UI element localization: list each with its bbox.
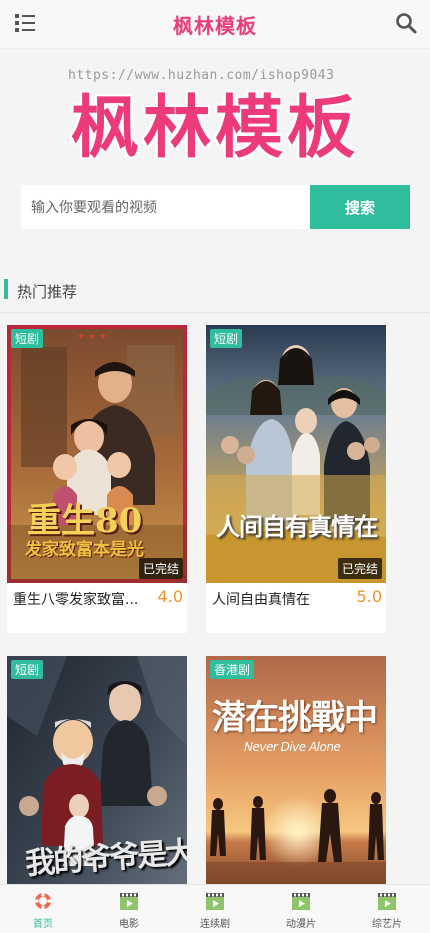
- nav-label: 综艺片: [372, 919, 402, 930]
- category-tag: 短剧: [210, 329, 243, 348]
- card-info: 重生八零发家致富... 4.0: [7, 583, 187, 633]
- video-poster[interactable]: ★ ★ ★ 重生80 发家致富本是光 短剧 已完结: [7, 325, 187, 583]
- site-banner: https://www.huzhan.com/ishop9043 枫林模板: [0, 50, 430, 170]
- bottom-navigation: 首页 电影 连续剧 动漫片 综艺片: [0, 884, 430, 933]
- video-card[interactable]: 我的爷爷是大侠 短剧: [7, 656, 187, 914]
- nav-item-anime[interactable]: 动漫片: [258, 885, 344, 933]
- video-card[interactable]: ★ ★ ★ 重生80 发家致富本是光 短剧 已完结 重生八零发家致富... 4.…: [7, 325, 187, 633]
- tv-series-icon: [206, 893, 224, 910]
- card-info: 人间自由真情在 5.0: [206, 583, 386, 633]
- video-poster[interactable]: 我的爷爷是大侠 短剧: [7, 656, 187, 914]
- card-title[interactable]: 人间自由真情在: [212, 589, 342, 609]
- search-button[interactable]: 搜索: [310, 185, 410, 229]
- nav-label: 连续剧: [200, 919, 230, 930]
- video-card[interactable]: 人间自有真情在 短剧 已完结 人间自由真情在 5.0: [206, 325, 386, 633]
- category-tag: 香港剧: [210, 660, 255, 679]
- search-icon[interactable]: [394, 11, 418, 35]
- nav-label: 首页: [33, 919, 53, 930]
- poster-subtitle-text: Never Dive Alone: [244, 740, 341, 754]
- video-poster[interactable]: 人间自有真情在 短剧 已完结: [206, 325, 386, 583]
- home-lifebuoy-icon: [34, 892, 52, 910]
- section-accent-bar: [4, 279, 8, 299]
- top-header: 枫林模板: [0, 0, 430, 49]
- search-form: 搜索: [21, 185, 410, 229]
- category-tag: 短剧: [11, 329, 44, 348]
- app-title: 枫林模板: [173, 14, 257, 38]
- nav-item-series[interactable]: 连续剧: [172, 885, 258, 933]
- card-title[interactable]: 重生八零发家致富...: [13, 589, 143, 609]
- nav-item-movie[interactable]: 电影: [86, 885, 172, 933]
- section-title: 热门推荐: [17, 283, 78, 301]
- nav-label: 动漫片: [286, 919, 316, 930]
- film-icon: [120, 893, 138, 910]
- video-card[interactable]: 潜在挑戰中 Never Dive Alone 香港剧: [206, 656, 386, 914]
- section-header: 热门推荐: [0, 276, 430, 313]
- video-poster[interactable]: 潜在挑戰中 Never Dive Alone 香港剧: [206, 656, 386, 914]
- status-badge: 已完结: [138, 558, 183, 579]
- poster-title-text: 人间自有真情在: [216, 512, 378, 541]
- anime-icon: [292, 893, 310, 910]
- rating-score: 4.0: [157, 587, 183, 606]
- poster-subtitle-text: 发家致富本是光: [25, 540, 144, 560]
- nav-item-home[interactable]: 首页: [0, 885, 86, 933]
- svg-text:★ ★ ★: ★ ★ ★: [77, 332, 107, 342]
- rating-score: 5.0: [356, 587, 382, 606]
- search-input[interactable]: [21, 185, 310, 229]
- poster-art: [206, 325, 386, 583]
- variety-icon: [378, 893, 396, 910]
- nav-item-variety[interactable]: 综艺片: [344, 885, 430, 933]
- category-tag: 短剧: [11, 660, 44, 679]
- poster-title-text: 潜在挑戰中: [212, 698, 378, 738]
- status-badge: 已完结: [337, 558, 382, 579]
- site-logo[interactable]: 枫林模板: [0, 72, 430, 171]
- nav-label: 电影: [119, 919, 139, 930]
